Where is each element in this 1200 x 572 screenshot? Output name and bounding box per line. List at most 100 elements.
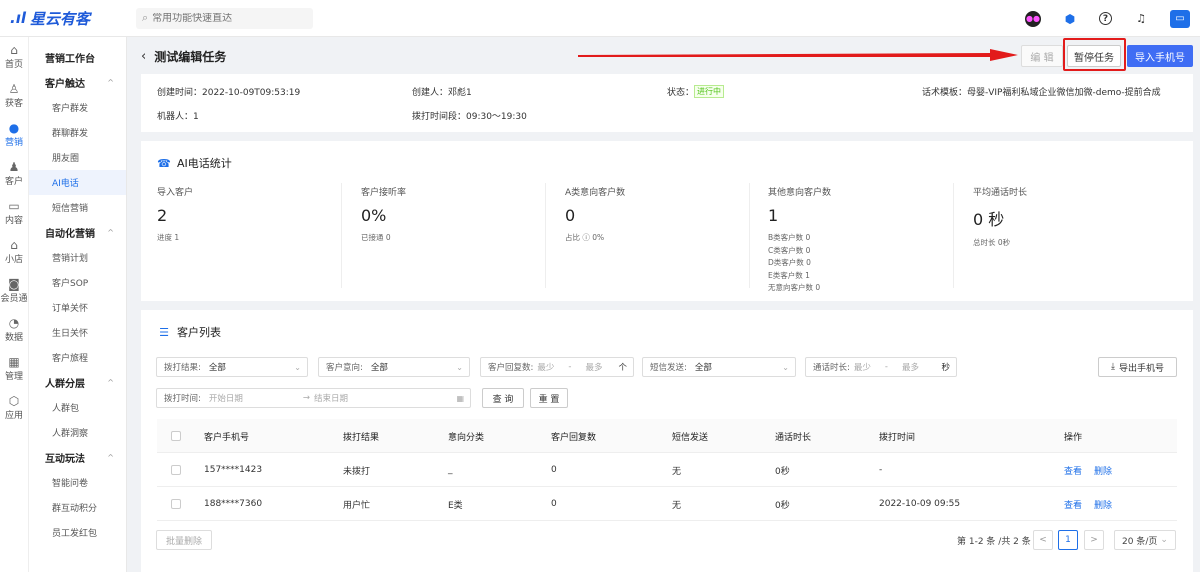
rail-item-marketing[interactable]: ● 营销 — [0, 115, 28, 154]
divider — [749, 183, 750, 288]
stat-sub-line: C类客户数 0 — [768, 245, 811, 255]
subnav-item[interactable]: 客户SOP — [29, 270, 126, 295]
phone-stats-icon: ☎ — [157, 156, 171, 170]
back-icon[interactable]: ‹ — [141, 49, 146, 64]
subnav-group-segment[interactable]: 人群分层 ^ — [29, 370, 126, 395]
rail-label: 管理 — [4, 371, 23, 382]
filter-value: 全部 — [694, 363, 712, 373]
subnav-item[interactable]: 智能问卷 — [29, 470, 126, 495]
subnav-item[interactable]: 订单关怀 — [29, 295, 126, 320]
cube-icon[interactable]: ⬢ — [1062, 11, 1078, 27]
subnav-group-reach[interactable]: 客户触达 ^ — [29, 70, 126, 95]
subnav-item[interactable]: 群聊群发 — [29, 120, 126, 145]
subnav-item[interactable]: 短信营销 — [29, 195, 126, 220]
select-all-checkbox[interactable] — [171, 419, 181, 453]
export-phone-button[interactable]: ⤓ 导出手机号 — [1098, 357, 1177, 377]
subnav-item[interactable]: 人群包 — [29, 395, 126, 420]
rail-item-acquire[interactable]: ♙ 获客 — [0, 76, 28, 115]
rail-item-shop[interactable]: ⌂ 小店 — [0, 232, 28, 271]
range-max[interactable]: 最多 — [902, 361, 919, 373]
delete-link[interactable]: 删除 — [1094, 464, 1112, 477]
divider — [341, 183, 342, 288]
chevron-down-icon: ⌄ — [294, 362, 301, 372]
logo[interactable]: .ıl 星云有客 — [10, 8, 126, 29]
rail-item-member[interactable]: ◙ 会员通 — [0, 271, 28, 310]
date-arrow: → — [302, 393, 311, 403]
subnav-item[interactable]: 客户旅程 — [29, 345, 126, 370]
cell-sms: 无 — [672, 500, 682, 511]
pause-task-button[interactable]: 暂停任务 — [1067, 45, 1121, 67]
app-icon[interactable]: ▭ — [1170, 9, 1190, 28]
search-input[interactable] — [152, 12, 303, 24]
subnav-item[interactable]: 营销计划 — [29, 245, 126, 270]
date-end[interactable]: 结束日期 — [314, 392, 348, 404]
chevron-down-icon: ⌄ — [456, 362, 463, 372]
subnav-workbench[interactable]: 营销工作台 — [29, 45, 126, 70]
edit-button[interactable]: 编 辑 — [1021, 45, 1063, 67]
subnav-item[interactable]: 员工发红包 — [29, 520, 126, 545]
intent-select[interactable]: 客户意向: 全部 ⌄ — [318, 357, 470, 377]
page-1-button[interactable]: 1 — [1058, 530, 1078, 550]
stat-sub: 总时长 0秒 — [973, 238, 1011, 247]
subnav-item[interactable]: 人群洞察 — [29, 420, 126, 445]
range-max[interactable]: 最多 — [585, 361, 602, 373]
range-min[interactable]: 最少 — [854, 361, 871, 373]
headset-icon[interactable]: ♫ — [1133, 11, 1149, 27]
batch-delete-button[interactable]: 批量删除 — [156, 530, 212, 550]
rail-item-customer[interactable]: ♟ 客户 — [0, 154, 28, 193]
dial-time-range[interactable]: 拨打时间: 开始日期 → 结束日期 ▦ — [156, 388, 471, 408]
bulb-icon: ● — [8, 120, 20, 135]
subnav-item[interactable]: 群互动积分 — [29, 495, 126, 520]
folder-icon: ▭ — [8, 198, 20, 213]
cell-result: 用户忙 — [343, 500, 371, 511]
rail-item-content[interactable]: ▭ 内容 — [0, 193, 28, 232]
rail-item-data[interactable]: ◔ 数据 — [0, 310, 28, 349]
filter-label: 客户回复数: — [488, 363, 534, 373]
range-min[interactable]: 最少 — [537, 361, 554, 373]
global-search[interactable]: ⌕ — [136, 7, 313, 29]
view-link[interactable]: 查看 — [1064, 464, 1082, 477]
date-start[interactable]: 开始日期 — [209, 392, 243, 404]
subnav-group-label: 客户触达 — [45, 79, 85, 90]
reply-count-range[interactable]: 客户回复数: 最少 - 最多 个 — [480, 357, 634, 377]
subnav-group-interaction[interactable]: 互动玩法 ^ — [29, 445, 126, 470]
chevron-up-icon: ^ — [107, 78, 114, 87]
dial-result-select[interactable]: 拨打结果: 全部 ⌄ — [156, 357, 308, 377]
subnav-item[interactable]: 客户群发 — [29, 95, 126, 120]
robot-icon[interactable]: ●● — [1025, 10, 1041, 27]
rail-item-home[interactable]: ⌂ 首页 — [0, 37, 28, 76]
chevron-down-icon: ⌄ — [1160, 535, 1168, 545]
stat-sub-line: B类客户数 0 — [768, 233, 811, 242]
stat-label: 导入客户 — [157, 188, 194, 198]
logo-text: 星云有客 — [29, 9, 90, 28]
stat-sub-line: E类客户数 1 — [768, 270, 810, 280]
subnav-group-automation[interactable]: 自动化营销 ^ — [29, 220, 126, 245]
import-phone-button[interactable]: 导入手机号 — [1127, 45, 1193, 67]
reset-button[interactable]: 重 置 — [530, 388, 568, 408]
page-size-select[interactable]: 20 条/页 ⌄ — [1114, 530, 1176, 550]
view-link[interactable]: 查看 — [1064, 498, 1082, 511]
stat-sub: 已接通 0 — [361, 233, 391, 242]
row-checkbox[interactable] — [171, 487, 181, 521]
call-duration-range[interactable]: 通话时长: 最少 - 最多 秒 — [805, 357, 957, 377]
sms-select[interactable]: 短信发送: 全部 ⌄ — [642, 357, 796, 377]
filter-value: 全部 — [208, 363, 226, 373]
rail-item-apps[interactable]: ⬡ 应用 — [0, 388, 28, 427]
subnav-item[interactable]: 生日关怀 — [29, 320, 126, 345]
rail-item-manage[interactable]: ▦ 管理 — [0, 349, 28, 388]
query-button[interactable]: 查 询 — [482, 388, 524, 408]
robot: 机器人：1 — [157, 112, 199, 122]
status: 状态： 进行中 — [667, 85, 725, 98]
cell-intent: _ — [448, 465, 453, 475]
subnav-item-ai-call[interactable]: AI电话 — [29, 170, 126, 195]
rail-label: 应用 — [4, 410, 23, 421]
stat-label: 其他意向客户数 — [768, 188, 832, 198]
prev-page-button[interactable]: < — [1033, 530, 1053, 550]
next-page-button[interactable]: > — [1084, 530, 1104, 550]
delete-link[interactable]: 删除 — [1094, 498, 1112, 511]
row-checkbox[interactable] — [171, 453, 181, 487]
stat-imported: 导入客户 2 进度 1 — [157, 185, 357, 295]
subnav-item[interactable]: 朋友圈 — [29, 145, 126, 170]
help-icon[interactable]: ? — [1099, 12, 1112, 25]
stats-title: ☎ AI电话统计 — [157, 155, 232, 171]
